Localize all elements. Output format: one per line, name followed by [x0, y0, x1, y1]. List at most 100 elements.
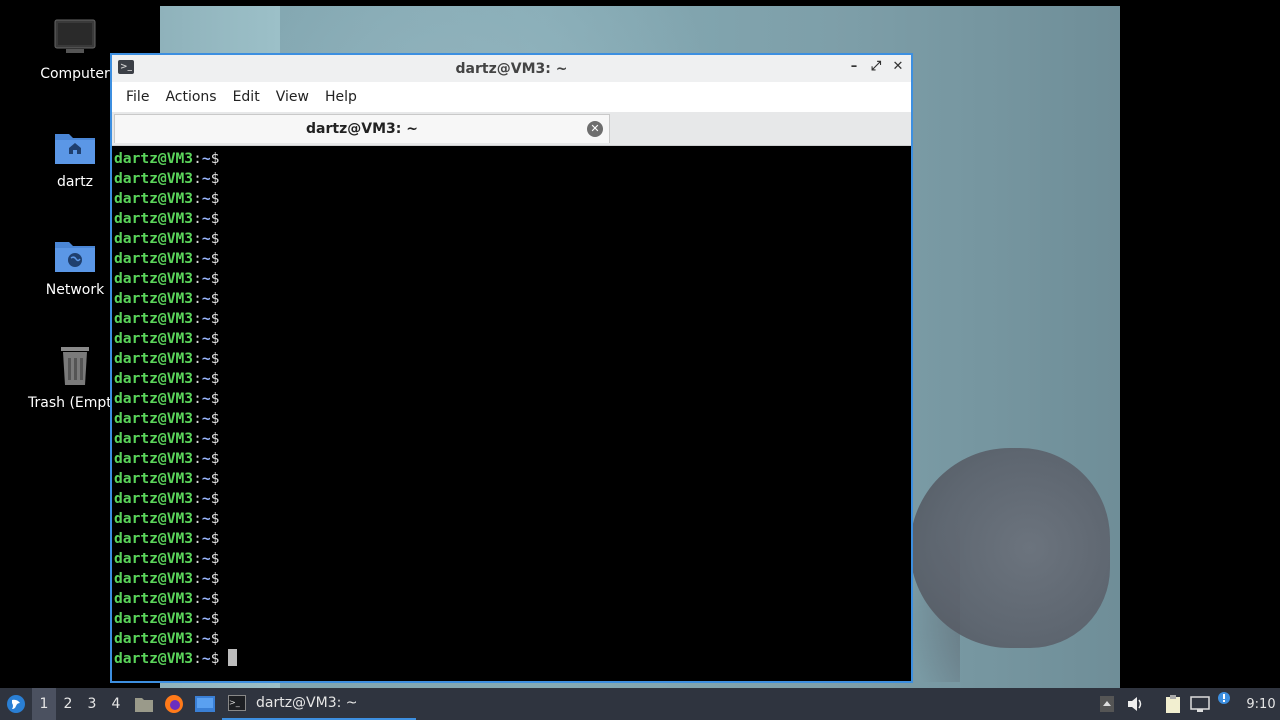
prompt-path: ~ — [201, 250, 211, 267]
terminal-prompt-line: dartz@VM3:~$ — [114, 649, 911, 669]
prompt-separator: : — [193, 250, 202, 267]
window-title: dartz@VM3: ~ — [455, 60, 568, 77]
tab-close-icon[interactable]: ✕ — [587, 121, 603, 137]
prompt-path: ~ — [201, 550, 211, 567]
clock[interactable]: 9:10 — [1244, 688, 1278, 720]
menu-actions[interactable]: Actions — [157, 89, 224, 105]
firefox-icon — [165, 695, 183, 713]
network-button[interactable] — [1190, 688, 1210, 720]
prompt-path: ~ — [201, 510, 211, 527]
prompt-symbol: $ — [210, 610, 220, 627]
terminal-tab[interactable]: dartz@VM3: ~ ✕ — [114, 114, 610, 143]
prompt-separator: : — [193, 170, 202, 187]
prompt-user: dartz@VM3 — [114, 650, 194, 667]
prompt-symbol: $ — [210, 190, 220, 207]
network-icon — [1190, 696, 1210, 712]
terminal-output[interactable]: dartz@VM3:~$ dartz@VM3:~$ dartz@VM3:~$ dart… — [112, 146, 911, 681]
terminal-window[interactable]: >_ dartz@VM3: ~ – ⤢ ✕ File Actions Edit … — [110, 53, 913, 683]
prompt-symbol: $ — [210, 210, 220, 227]
window-titlebar[interactable]: >_ dartz@VM3: ~ – ⤢ ✕ — [112, 55, 911, 82]
notification-button[interactable] — [1216, 682, 1232, 714]
terminal-prompt-line: dartz@VM3:~$ — [114, 609, 911, 629]
prompt-path: ~ — [201, 490, 211, 507]
taskbar-task-terminal[interactable]: >_ dartz@VM3: ~ — [222, 688, 416, 720]
menu-help[interactable]: Help — [317, 89, 365, 105]
prompt-user: dartz@VM3 — [114, 270, 194, 287]
terminal-prompt-line: dartz@VM3:~$ — [114, 529, 911, 549]
prompt-symbol: $ — [210, 430, 220, 447]
tray-expand-button[interactable] — [1099, 688, 1115, 720]
prompt-path: ~ — [201, 170, 211, 187]
file-manager-launcher[interactable] — [134, 688, 154, 720]
close-button[interactable]: ✕ — [891, 59, 905, 74]
prompt-separator: : — [193, 650, 202, 667]
prompt-path: ~ — [201, 310, 211, 327]
minimize-button[interactable]: – — [847, 59, 861, 74]
trash-icon — [61, 347, 89, 385]
tab-bar: dartz@VM3: ~ ✕ — [112, 112, 911, 146]
prompt-separator: : — [193, 410, 202, 427]
prompt-path: ~ — [201, 330, 211, 347]
prompt-path: ~ — [201, 450, 211, 467]
terminal-prompt-line: dartz@VM3:~$ — [114, 469, 911, 489]
prompt-separator: : — [193, 370, 202, 387]
menu-view[interactable]: View — [268, 89, 317, 105]
terminal-prompt-line: dartz@VM3:~$ — [114, 449, 911, 469]
terminal-prompt-line: dartz@VM3:~$ — [114, 369, 911, 389]
folder-icon — [135, 698, 153, 712]
clipboard-button[interactable] — [1164, 688, 1182, 720]
prompt-path: ~ — [201, 190, 211, 207]
prompt-path: ~ — [201, 630, 211, 647]
terminal-prompt-line: dartz@VM3:~$ — [114, 229, 911, 249]
terminal-prompt-line: dartz@VM3:~$ — [114, 549, 911, 569]
terminal-prompt-line: dartz@VM3:~$ — [114, 329, 911, 349]
volume-icon — [1128, 697, 1142, 711]
prompt-path: ~ — [201, 150, 211, 167]
terminal-prompt-line: dartz@VM3:~$ — [114, 509, 911, 529]
prompt-path: ~ — [201, 530, 211, 547]
terminal-prompt-line: dartz@VM3:~$ — [114, 409, 911, 429]
prompt-user: dartz@VM3 — [114, 290, 194, 307]
chevron-up-icon — [1100, 696, 1114, 712]
update-notification-icon — [1218, 692, 1230, 704]
terminal-app-icon: >_ — [118, 60, 134, 74]
terminal-prompt-line: dartz@VM3:~$ — [114, 629, 911, 649]
prompt-path: ~ — [201, 610, 211, 627]
firefox-launcher[interactable] — [164, 688, 184, 720]
menu-edit[interactable]: Edit — [225, 89, 268, 105]
menu-file[interactable]: File — [118, 89, 157, 105]
prompt-symbol: $ — [210, 170, 220, 187]
prompt-user: dartz@VM3 — [114, 330, 194, 347]
desktop-icon — [195, 696, 215, 712]
show-desktop-button[interactable] — [194, 688, 216, 720]
prompt-user: dartz@VM3 — [114, 190, 194, 207]
prompt-user: dartz@VM3 — [114, 310, 194, 327]
workspace-4[interactable]: 4 — [104, 688, 128, 720]
prompt-path: ~ — [201, 430, 211, 447]
prompt-path: ~ — [201, 370, 211, 387]
prompt-symbol: $ — [210, 370, 220, 387]
prompt-separator: : — [193, 530, 202, 547]
prompt-user: dartz@VM3 — [114, 490, 194, 507]
maximize-button[interactable]: ⤢ — [869, 59, 883, 74]
computer-icon — [54, 19, 96, 53]
prompt-user: dartz@VM3 — [114, 350, 194, 367]
prompt-symbol: $ — [210, 450, 220, 467]
start-menu-button[interactable] — [4, 688, 28, 720]
prompt-user: dartz@VM3 — [114, 390, 194, 407]
prompt-separator: : — [193, 330, 202, 347]
workspace-2[interactable]: 2 — [56, 688, 80, 720]
prompt-separator: : — [193, 490, 202, 507]
prompt-separator: : — [193, 150, 202, 167]
workspace-1[interactable]: 1 — [32, 688, 56, 720]
prompt-separator: : — [193, 590, 202, 607]
prompt-user: dartz@VM3 — [114, 230, 194, 247]
terminal-prompt-line: dartz@VM3:~$ — [114, 289, 911, 309]
workspace-3[interactable]: 3 — [80, 688, 104, 720]
prompt-user: dartz@VM3 — [114, 570, 194, 587]
prompt-user: dartz@VM3 — [114, 510, 194, 527]
volume-button[interactable] — [1127, 688, 1145, 720]
prompt-path: ~ — [201, 470, 211, 487]
prompt-separator: : — [193, 190, 202, 207]
prompt-path: ~ — [201, 270, 211, 287]
